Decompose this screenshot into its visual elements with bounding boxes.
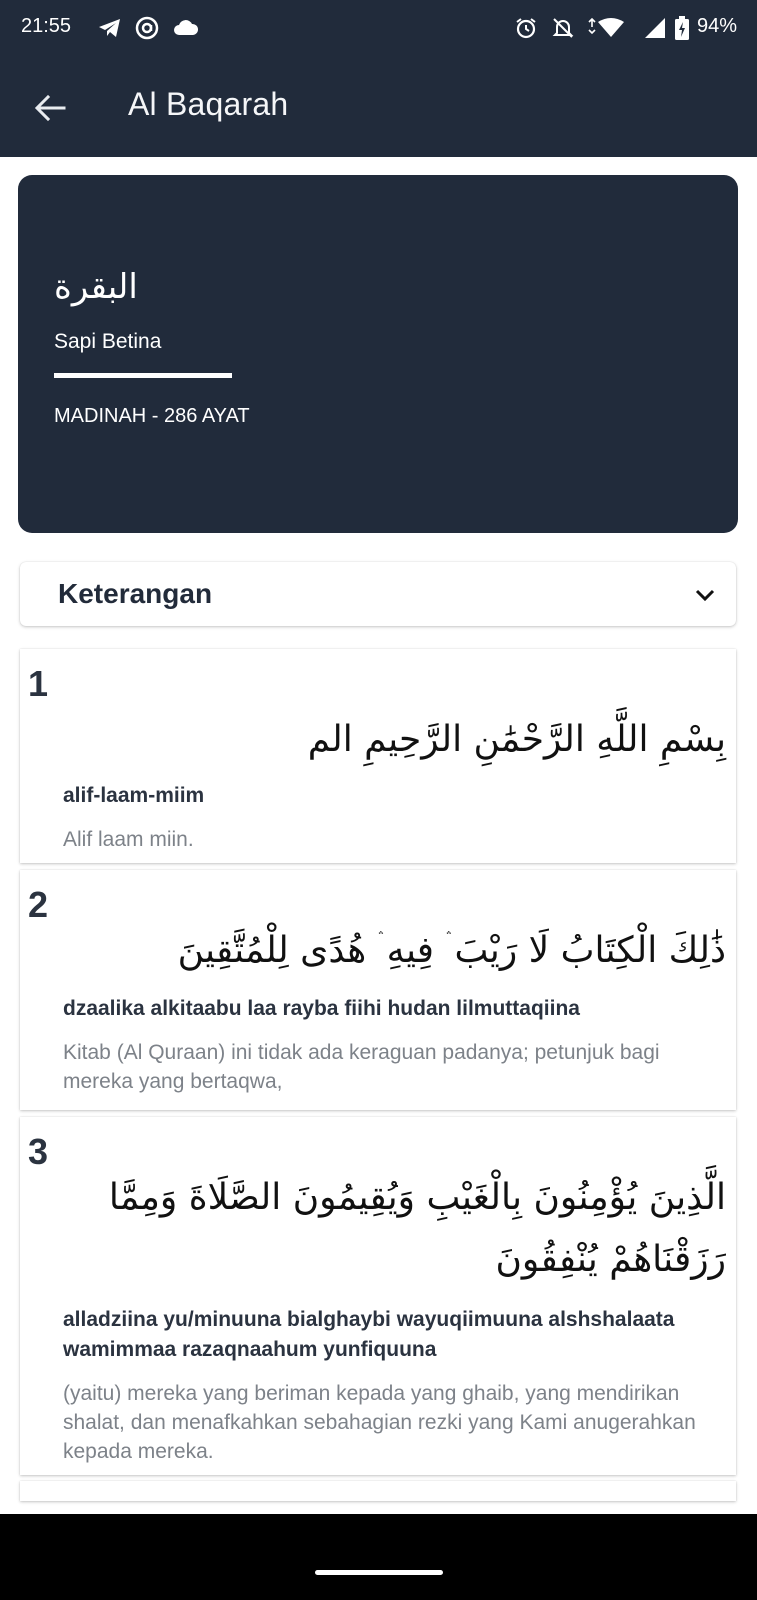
arrow-left-icon: [34, 94, 66, 122]
ayah-latin-text: dzaalika alkitaabu laa rayba fiihi hudan…: [63, 997, 580, 1020]
alarm-icon: [516, 18, 536, 39]
ayah-card-2[interactable]: 2 ذَٰلِكَ الْكِتَابُ لَا رَيْبَ ۛ فِيهِ …: [20, 870, 736, 1110]
header-divider: [54, 373, 232, 378]
ayah-card-3[interactable]: 3 الَّذِينَ يُؤْمِنُونَ بِالْغَيْبِ وَيُ…: [20, 1117, 736, 1475]
ayah-card-1[interactable]: 1 بِسْمِ اللَّهِ الرَّحْمَٰنِ الرَّحِيمِ…: [20, 649, 736, 863]
ayah-card-next[interactable]: [20, 1481, 736, 1501]
chevron-down-icon: [695, 589, 715, 602]
ayah-number: 1: [28, 663, 49, 704]
ayah-arabic-text: بِسْمِ اللَّهِ الرَّحْمَٰنِ الرَّحِيمِ ا…: [307, 719, 726, 760]
mute-icon: [552, 18, 574, 38]
surah-meaning: Sapi Betina: [54, 330, 162, 353]
signal-icon: [645, 18, 665, 38]
battery-percentage: 94%: [696, 15, 737, 37]
ayah-translation: Alif laam miin.: [63, 828, 194, 851]
system-navigation-bar: [0, 1514, 757, 1600]
ayah-number: 3: [28, 1131, 49, 1172]
ayah-arabic-text: ذَٰلِكَ الْكِتَابُ لَا رَيْبَ ۛ فِيهِ ۛ …: [177, 930, 726, 971]
app-bar: Al Baqarah: [0, 56, 757, 157]
at-sign-icon: [135, 16, 159, 40]
ayah-translation: (yaitu) mereka yang beriman kepada yang …: [63, 1382, 696, 1463]
telegram-icon: [99, 19, 120, 37]
keterangan-label: Keterangan: [58, 578, 213, 609]
surah-header-card: البقرة Sapi Betina MADINAH - 286 AYAT: [18, 175, 738, 533]
ayah-number: 2: [28, 884, 49, 925]
keterangan-expander[interactable]: Keterangan: [20, 562, 736, 626]
ayah-latin-text: alif-laam-miim: [63, 784, 205, 807]
back-button[interactable]: [28, 86, 72, 130]
page-title: Al Baqarah: [128, 86, 289, 122]
ayah-latin-text: alladziina yu/minuuna bialghaybi wayuqii…: [63, 1308, 675, 1361]
battery-icon: [675, 16, 689, 40]
surah-arabic-name: البقرة: [54, 267, 138, 307]
surah-info: MADINAH - 286 AYAT: [54, 405, 250, 427]
status-time: 21:55: [21, 15, 72, 37]
wifi-icon: [588, 17, 624, 37]
cloud-icon: [174, 20, 199, 35]
ayah-arabic-text: الَّذِينَ يُؤْمِنُونَ بِالْغَيْبِ وَيُقِ…: [108, 1177, 726, 1280]
home-gesture-handle[interactable]: [315, 1570, 443, 1575]
ayah-translation: Kitab (Al Quraan) ini tidak ada keraguan…: [63, 1041, 660, 1093]
status-bar: 21:55 94%: [0, 0, 757, 56]
